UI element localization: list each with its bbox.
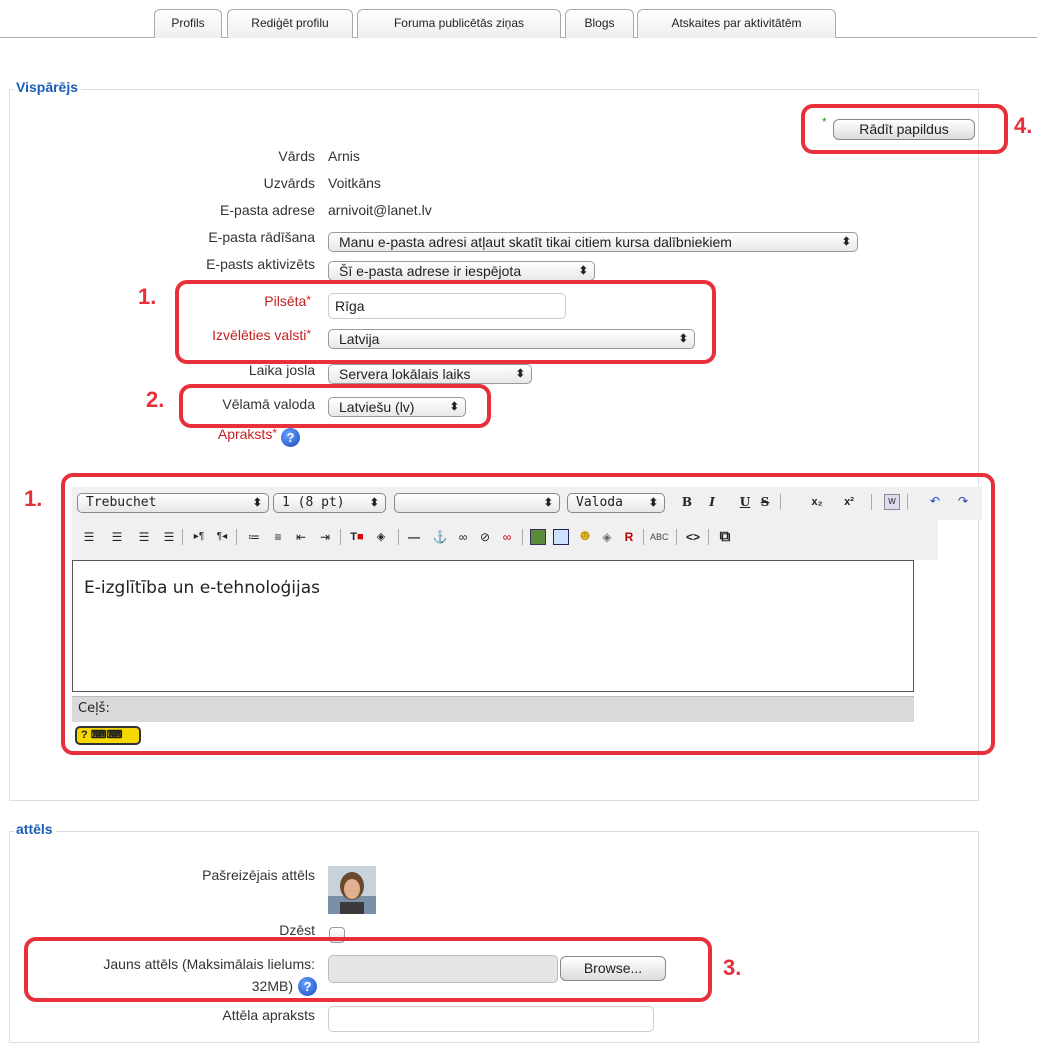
select-arrows-icon: ⬍ xyxy=(841,236,851,248)
annotation-box-2 xyxy=(179,384,491,428)
name-value: Arnis xyxy=(328,148,360,164)
annotation-number-4: 4. xyxy=(1014,113,1033,138)
surname-label: Uzvārds xyxy=(263,175,315,191)
select-arrows-icon: ⬍ xyxy=(578,265,588,277)
email-enabled-select[interactable]: Šī e-pasta adrese ir iespējota ⬍ xyxy=(328,261,595,281)
timezone-select[interactable]: Servera lokālais laiks ⬍ xyxy=(328,364,532,384)
annotation-box-4 xyxy=(801,104,1008,154)
email-label: E-pasta adrese xyxy=(220,202,315,218)
current-picture-label: Pašreizējais attēls xyxy=(202,867,315,883)
name-label: Vārds xyxy=(278,148,315,164)
tab-blogs[interactable]: Blogs xyxy=(565,9,634,38)
avatar xyxy=(328,866,376,914)
annotation-box-1b xyxy=(61,473,995,755)
surname-value: Voitkāns xyxy=(328,175,381,191)
annotation-box-1a xyxy=(175,280,716,364)
email-display-label: E-pasta rādīšana xyxy=(208,229,315,245)
annotation-number-2: 2. xyxy=(146,387,165,412)
email-enabled-value: Šī e-pasta adrese ir iespējota xyxy=(339,263,522,279)
description-label: Apraksts* xyxy=(218,426,277,442)
tab-edit-profile[interactable]: Rediģēt profilu xyxy=(227,9,353,38)
timezone-label: Laika josla xyxy=(248,362,315,378)
annotation-number-1b: 1. xyxy=(24,486,43,511)
tab-forum-posts[interactable]: Foruma publicētās ziņas xyxy=(357,9,561,38)
general-legend: Vispārējs xyxy=(14,79,82,95)
required-star: * xyxy=(272,426,277,440)
email-value: arnivoit@lanet.lv xyxy=(328,202,432,218)
help-icon[interactable]: ? xyxy=(281,428,300,447)
delete-label: Dzēst xyxy=(279,922,315,938)
annotation-box-3 xyxy=(24,937,712,1002)
email-display-value: Manu e-pasta adresi atļaut skatīt tikai … xyxy=(339,234,732,250)
email-enabled-label: E-pasts aktivizēts xyxy=(206,256,315,272)
tab-activity-reports[interactable]: Atskaites par aktivitātēm xyxy=(637,9,836,38)
email-display-select[interactable]: Manu e-pasta adresi atļaut skatīt tikai … xyxy=(328,232,858,252)
annotation-number-1a: 1. xyxy=(138,284,157,309)
tab-profile[interactable]: Profils xyxy=(154,9,222,38)
select-arrows-icon: ⬍ xyxy=(515,368,525,380)
timezone-value: Servera lokālais laiks xyxy=(339,366,471,382)
description-label-text: Apraksts xyxy=(217,426,273,442)
annotation-number-3: 3. xyxy=(723,955,742,980)
picture-description-input[interactable] xyxy=(328,1006,654,1032)
picture-legend: attēls xyxy=(14,821,56,837)
picture-description-label: Attēla apraksts xyxy=(222,1007,315,1023)
